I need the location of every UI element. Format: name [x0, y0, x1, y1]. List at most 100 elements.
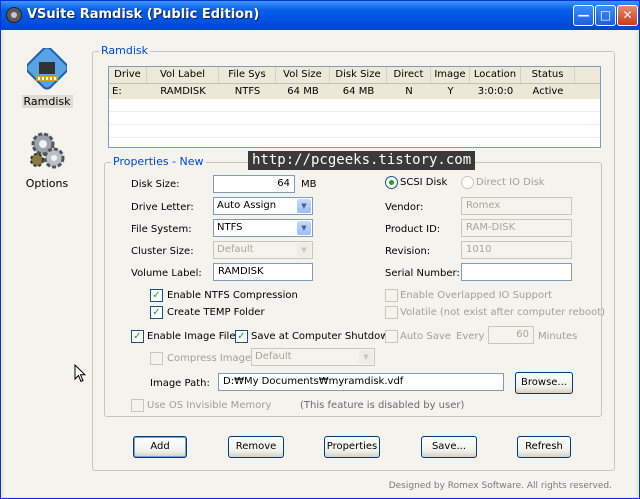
app-icon: [6, 7, 22, 23]
auto-save-checkbox[interactable]: [385, 330, 398, 343]
sidebar-item-label: Ramdisk: [21, 95, 73, 108]
file-system-select[interactable]: NTFS ▼: [213, 219, 313, 237]
cluster-size-label: Cluster Size:: [131, 246, 194, 257]
enable-overlapped-io-checkbox[interactable]: [385, 289, 398, 302]
save-button[interactable]: Save...: [421, 436, 477, 458]
ramdisk-table[interactable]: Drive Vol Label File Sys Vol Size Disk S…: [108, 66, 601, 148]
minimize-button[interactable]: —: [573, 5, 594, 26]
scsi-disk-radio[interactable]: [385, 176, 398, 189]
maximize-button[interactable]: □: [595, 5, 616, 26]
create-temp-folder-label: Create TEMP Folder: [167, 307, 265, 318]
cell-file-sys: NTFS: [234, 86, 261, 97]
minimize-icon: —: [577, 8, 590, 22]
use-os-invisible-memory-label: Use OS Invisible Memory: [147, 400, 272, 411]
volatile-checkbox[interactable]: [385, 306, 398, 319]
save-at-shutdown-label: Save at Computer Shutdown: [251, 331, 395, 342]
save-at-shutdown-checkbox[interactable]: ✓: [235, 330, 248, 343]
minutes-label: Minutes: [538, 331, 578, 342]
window-title: VSuite Ramdisk (Public Edition): [27, 7, 260, 22]
cell-vol-label: RAMDISK: [160, 86, 206, 97]
chevron-down-icon: ▼: [359, 350, 373, 364]
properties-button[interactable]: Properties: [324, 436, 380, 458]
image-path-input[interactable]: D:₩My Documents₩myramdisk.vdf: [218, 373, 504, 391]
column-header-drive[interactable]: Drive: [109, 67, 147, 83]
compress-image-checkbox[interactable]: [150, 352, 163, 365]
use-os-invisible-memory-checkbox[interactable]: [131, 399, 144, 412]
ramdisk-group-label: Ramdisk: [99, 44, 150, 57]
drive-letter-select[interactable]: Auto Assign ▼: [213, 197, 313, 215]
file-system-label: File System:: [131, 224, 192, 235]
volume-label-label: Volume Label:: [131, 268, 202, 279]
direct-io-disk-radio[interactable]: [461, 176, 474, 189]
auto-save-interval-input[interactable]: 60: [488, 326, 534, 344]
column-header-vol-label[interactable]: Vol Label: [147, 67, 219, 83]
chevron-down-icon: ▼: [297, 199, 311, 213]
cell-image: Y: [447, 86, 454, 97]
product-id-input[interactable]: RAM-DISK: [461, 219, 572, 237]
app-window: VSuite Ramdisk (Public Edition) — □ ✕ Ra…: [0, 0, 640, 499]
remove-button[interactable]: Remove: [228, 436, 284, 458]
sidebar-item-label: Options: [25, 177, 69, 190]
drive-letter-label: Drive Letter:: [131, 202, 194, 213]
enable-ntfs-compression-label: Enable NTFS Compression: [167, 290, 298, 301]
column-header-vol-size[interactable]: Vol Size: [276, 67, 330, 83]
gears-icon: [30, 132, 65, 169]
client-area: Ramdisk Options Ramdisk Drive Vol Label …: [4, 30, 636, 497]
enable-overlapped-io-label: Enable Overlapped IO Support: [400, 290, 553, 301]
footer-copyright: Designed by Romex Software. All rights r…: [388, 481, 612, 491]
serial-number-label: Serial Number:: [385, 268, 460, 279]
revision-input[interactable]: 1010: [461, 241, 572, 259]
cell-location: 3:0:0:0: [477, 86, 514, 97]
chevron-down-icon: ▼: [297, 243, 311, 257]
refresh-button[interactable]: Refresh: [517, 436, 571, 458]
column-header-file-sys[interactable]: File Sys: [219, 67, 276, 83]
sidebar-item-options[interactable]: Options: [12, 130, 82, 190]
scsi-disk-label: SCSI Disk: [400, 177, 448, 188]
add-button[interactable]: Add: [133, 436, 187, 458]
disk-size-label: Disk Size:: [131, 179, 180, 190]
enable-ntfs-compression-checkbox[interactable]: ✓: [150, 289, 163, 302]
sidebar-item-ramdisk[interactable]: Ramdisk: [12, 46, 82, 108]
create-temp-folder-checkbox[interactable]: ✓: [150, 306, 163, 319]
every-label: Every: [456, 331, 485, 342]
volatile-label: Volatile (not exist after computer reboo…: [400, 307, 606, 318]
cell-status: Active: [532, 86, 564, 97]
image-path-label: Image Path:: [150, 378, 210, 389]
close-button[interactable]: ✕: [617, 5, 638, 26]
auto-save-label: Auto Save: [400, 331, 451, 342]
cell-drive: E:: [112, 86, 122, 97]
column-header-image[interactable]: Image: [431, 67, 470, 83]
title-bar[interactable]: VSuite Ramdisk (Public Edition) — □ ✕: [1, 1, 639, 30]
cluster-size-select[interactable]: Default ▼: [213, 241, 313, 259]
vendor-label: Vendor:: [385, 202, 424, 213]
table-row[interactable]: E: RAMDISK NTFS 64 MB 64 MB N Y 3:0:0:0 …: [109, 84, 600, 99]
enable-image-file-checkbox[interactable]: ✓: [131, 330, 144, 343]
column-header-disk-size[interactable]: Disk Size: [330, 67, 387, 83]
serial-number-input[interactable]: [461, 263, 572, 281]
watermark-url: http://pcgeeks.tistory.com: [248, 151, 476, 170]
maximize-icon: □: [599, 8, 612, 22]
volume-label-input[interactable]: RAMDISK: [213, 263, 313, 281]
disk-size-input[interactable]: 64: [213, 175, 295, 193]
mouse-cursor-icon: [74, 364, 86, 383]
column-header-location[interactable]: Location: [470, 67, 521, 83]
cell-vol-size: 64 MB: [287, 86, 319, 97]
cell-disk-size: 64 MB: [342, 86, 375, 97]
disk-size-unit: MB: [301, 179, 317, 190]
table-header: Drive Vol Label File Sys Vol Size Disk S…: [109, 67, 600, 84]
browse-button[interactable]: Browse...: [515, 372, 573, 394]
enable-image-file-label: Enable Image File: [147, 331, 236, 342]
compress-image-select[interactable]: Default ▼: [251, 348, 375, 366]
revision-label: Revision:: [385, 246, 431, 257]
close-icon: ✕: [622, 8, 633, 22]
cell-direct: N: [405, 86, 413, 97]
compress-image-label: Compress Image: [167, 353, 252, 364]
product-id-label: Product ID:: [385, 224, 441, 235]
column-header-direct[interactable]: Direct: [387, 67, 431, 83]
column-header-status[interactable]: Status: [521, 67, 575, 83]
vendor-input[interactable]: Romex: [461, 197, 572, 215]
sidebar: Ramdisk Options: [4, 30, 89, 497]
disabled-note: (This feature is disabled by user): [300, 400, 465, 411]
ramdisk-chip-icon: [25, 46, 69, 90]
chevron-down-icon: ▼: [297, 221, 311, 235]
